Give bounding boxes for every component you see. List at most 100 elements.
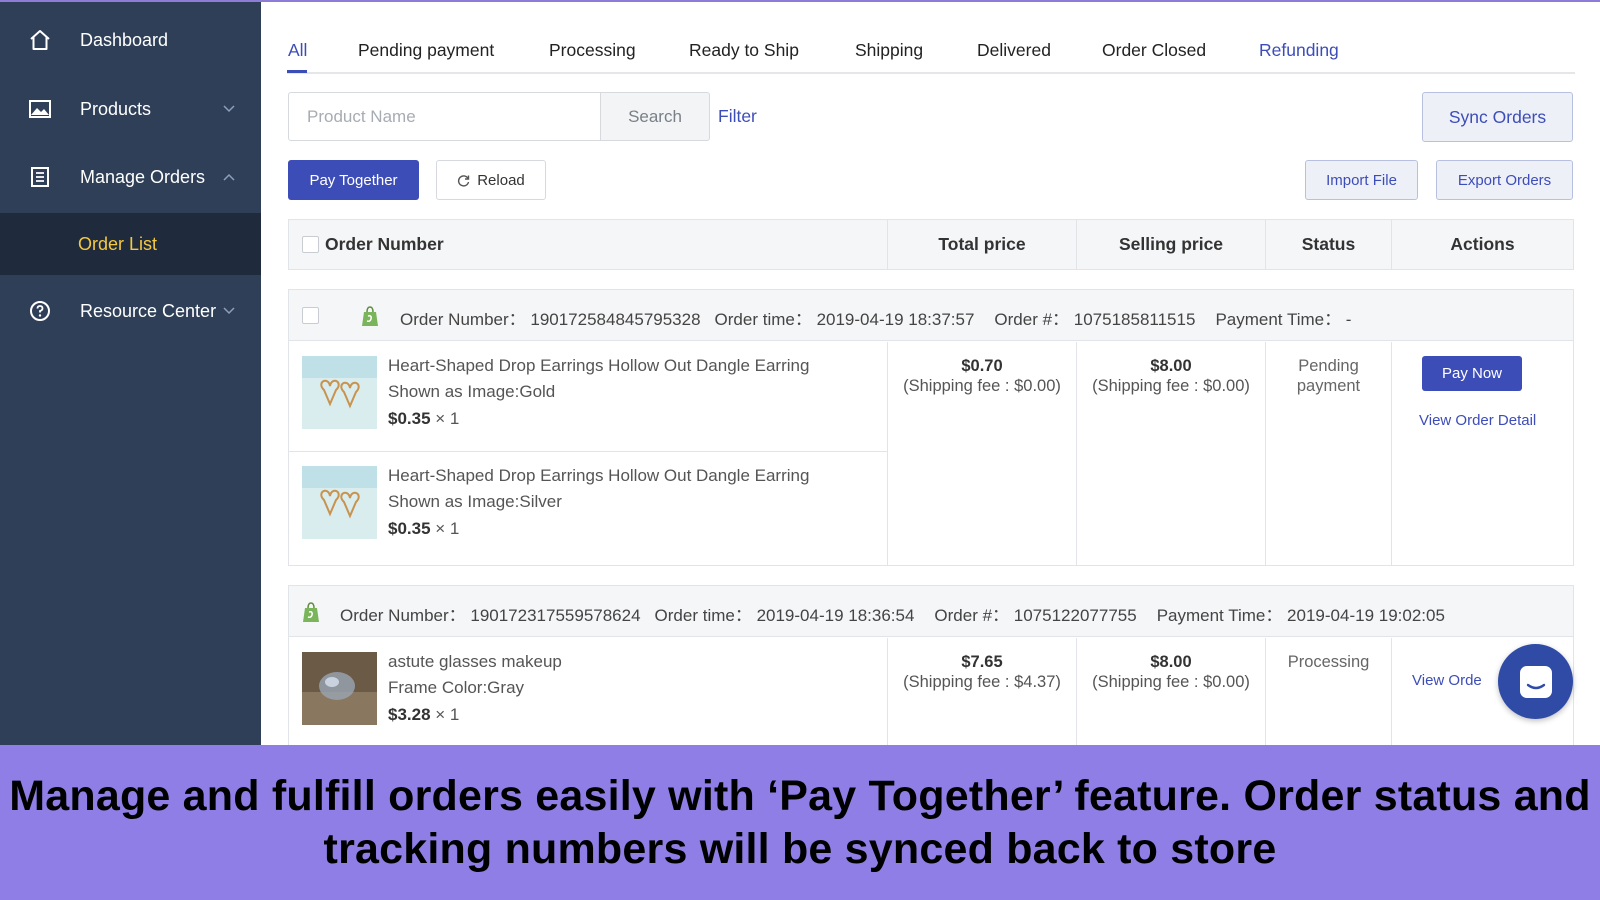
order-item-row: astute glasses makeup Frame Color:Gray $… xyxy=(289,638,888,748)
column-header-actions: Actions xyxy=(1391,220,1573,269)
shopify-bag-icon xyxy=(303,602,319,622)
order-header: Order Number： 190172584845795328 Order ti… xyxy=(289,290,1573,341)
chat-launcher-button[interactable] xyxy=(1498,644,1573,719)
import-file-button[interactable]: Import File xyxy=(1305,160,1418,200)
chevron-down-icon xyxy=(223,307,235,315)
reload-icon xyxy=(458,174,470,187)
selling-price: $8.00 xyxy=(1150,357,1192,375)
tab-all[interactable]: All xyxy=(288,40,307,61)
total-price-cell: $7.65 (Shipping fee : $4.37) xyxy=(887,638,1076,754)
tab-refunding[interactable]: Refunding xyxy=(1259,40,1339,61)
product-thumbnail xyxy=(302,652,377,725)
item-unit-price: $0.35 xyxy=(388,409,431,428)
order-number: Order Number： 190172584845795328 xyxy=(400,310,701,329)
order-header: Order Number： 190172317559578624 Order ti… xyxy=(289,586,1573,637)
home-icon xyxy=(28,28,52,52)
view-order-detail-link[interactable]: View Order Detail xyxy=(1419,412,1536,429)
item-price: $0.35 × 1 xyxy=(388,409,459,429)
status-tabs: All Pending payment Processing Ready to … xyxy=(287,30,1575,74)
reload-label: Reload xyxy=(477,171,525,189)
pay-now-button[interactable]: Pay Now xyxy=(1422,356,1522,391)
total-shipping-fee: (Shipping fee : $4.37) xyxy=(903,673,1061,691)
chevron-down-icon xyxy=(223,105,235,113)
item-price: $3.28 × 1 xyxy=(388,705,459,725)
order-card: Order Number： 190172317559578624 Order ti… xyxy=(288,585,1574,755)
order-checkbox[interactable] xyxy=(302,307,319,324)
sidebar-item-label: Dashboard xyxy=(80,29,169,50)
item-quantity: × 1 xyxy=(430,519,460,538)
item-unit-price: $0.35 xyxy=(388,519,431,538)
order-time: Order time： 2019-04-19 18:37:57 xyxy=(714,310,975,329)
sidebar-item-products[interactable]: Products xyxy=(0,75,261,143)
product-thumbnail xyxy=(302,466,377,539)
total-price-cell: $0.70 (Shipping fee : $0.00) xyxy=(887,342,1076,565)
main-content: All Pending payment Processing Ready to … xyxy=(261,0,1600,755)
sync-orders-button[interactable]: Sync Orders xyxy=(1422,92,1573,142)
selling-shipping-fee: (Shipping fee : $0.00) xyxy=(1092,377,1250,395)
sidebar-item-label: Resource Center xyxy=(80,300,217,321)
selling-price-cell: $8.00 (Shipping fee : $0.00) xyxy=(1076,342,1265,565)
column-header-selling-price: Selling price xyxy=(1076,220,1265,269)
payment-time: Payment Time： - xyxy=(1215,310,1352,329)
item-unit-price: $3.28 xyxy=(388,705,431,724)
tab-delivered[interactable]: Delivered xyxy=(977,40,1051,61)
selling-price-cell: $8.00 (Shipping fee : $0.00) xyxy=(1076,638,1265,754)
sidebar-item-label: Manage Orders xyxy=(80,166,206,187)
selling-price: $8.00 xyxy=(1150,653,1192,671)
column-header-total-price: Total price xyxy=(887,220,1076,269)
help-circle-icon xyxy=(28,299,52,323)
payment-time: Payment Time： 2019-04-19 19:02:05 xyxy=(1156,606,1445,625)
order-time: Order time： 2019-04-19 18:36:54 xyxy=(654,606,915,625)
status-cell: Pending payment xyxy=(1265,342,1391,565)
pay-together-button[interactable]: Pay Together xyxy=(288,160,419,200)
order-item-row: Heart-Shaped Drop Earrings Hollow Out Da… xyxy=(289,452,888,562)
item-title: astute glasses makeup xyxy=(388,652,562,671)
filter-link[interactable]: Filter xyxy=(718,106,757,127)
sidebar-item-dashboard[interactable]: Dashboard xyxy=(0,6,261,74)
image-icon xyxy=(28,97,52,121)
sidebar-subitem-label: Order List xyxy=(78,233,158,254)
order-item-row: Heart-Shaped Drop Earrings Hollow Out Da… xyxy=(289,342,888,452)
item-title: Heart-Shaped Drop Earrings Hollow Out Da… xyxy=(388,466,810,485)
order-card: Order Number： 190172584845795328 Order ti… xyxy=(288,289,1574,566)
order-hash: Order #： 1075185811515 xyxy=(994,310,1196,329)
order-meta: Order Number： 190172584845795328 Order ti… xyxy=(400,305,1365,330)
tab-processing[interactable]: Processing xyxy=(549,40,636,61)
search-button[interactable]: Search xyxy=(600,92,710,141)
view-order-detail-link[interactable]: View Orde xyxy=(1412,672,1482,689)
order-meta: Order Number： 190172317559578624 Order ti… xyxy=(340,601,1459,626)
reload-button[interactable]: Reload xyxy=(436,160,546,200)
caption-text: Manage and fulfill orders easily with ‘P… xyxy=(9,771,1591,873)
order-status: Processing xyxy=(1287,653,1370,671)
product-name-input[interactable] xyxy=(288,92,600,141)
order-hash: Order #： 1075122077755 xyxy=(934,606,1137,625)
sidebar: Dashboard Products Manage Orders Order L… xyxy=(0,0,261,745)
item-variant: Frame Color:Gray xyxy=(388,678,525,697)
item-variant: Shown as Image:Silver xyxy=(388,492,562,511)
orders-table-header: Order Number Total price Selling price S… xyxy=(288,219,1574,270)
tab-pending-payment[interactable]: Pending payment xyxy=(358,40,494,61)
item-price: $0.35 × 1 xyxy=(388,519,459,539)
sidebar-item-manage-orders[interactable]: Manage Orders xyxy=(0,143,261,211)
item-variant: Shown as Image:Gold xyxy=(388,382,556,401)
export-orders-button[interactable]: Export Orders xyxy=(1436,160,1573,200)
tab-ready-to-ship[interactable]: Ready to Ship xyxy=(689,40,799,61)
tab-shipping[interactable]: Shipping xyxy=(855,40,923,61)
total-price: $0.70 xyxy=(961,357,1003,375)
sidebar-item-resource-center[interactable]: Resource Center xyxy=(0,277,261,345)
chevron-up-icon xyxy=(223,173,235,181)
item-quantity: × 1 xyxy=(430,705,460,724)
chat-icon xyxy=(1519,665,1552,698)
product-thumbnail xyxy=(302,356,377,429)
order-number: Order Number： 190172317559578624 xyxy=(340,606,641,625)
item-title: Heart-Shaped Drop Earrings Hollow Out Da… xyxy=(388,356,810,375)
promo-caption-banner: Manage and fulfill orders easily with ‘P… xyxy=(0,745,1600,900)
column-header-status: Status xyxy=(1265,220,1391,269)
selling-shipping-fee: (Shipping fee : $0.00) xyxy=(1092,673,1250,691)
status-cell: Processing xyxy=(1265,638,1391,754)
sidebar-item-order-list[interactable]: Order List xyxy=(0,213,261,275)
column-header-order-number: Order Number xyxy=(325,234,444,254)
list-icon xyxy=(28,165,52,189)
tab-order-closed[interactable]: Order Closed xyxy=(1102,40,1206,61)
order-status: Pending payment xyxy=(1296,357,1361,395)
